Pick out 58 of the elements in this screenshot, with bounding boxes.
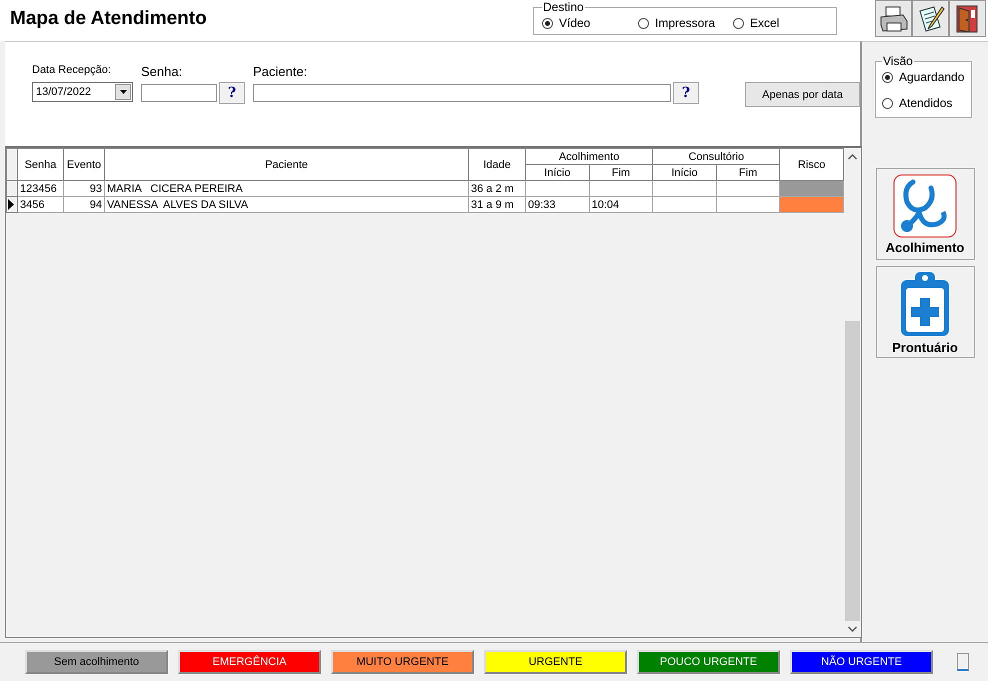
column-header: Consultório bbox=[652, 148, 780, 164]
table-cell: 36 a 2 m bbox=[468, 180, 526, 196]
radio-button[interactable]: Aguardando bbox=[882, 70, 965, 84]
risk-legend-button[interactable]: POUCO URGENTE bbox=[637, 650, 780, 674]
help-button[interactable]: ? bbox=[673, 82, 699, 104]
small-control bbox=[957, 653, 969, 671]
print-button[interactable] bbox=[875, 0, 912, 37]
column-header: Senha bbox=[18, 148, 64, 180]
column-header: Início bbox=[652, 164, 716, 180]
paciente-field[interactable] bbox=[253, 84, 671, 102]
table-cell: 31 a 9 m bbox=[468, 196, 526, 212]
column-header: Acolhimento bbox=[526, 148, 653, 164]
stethoscope-icon bbox=[893, 174, 957, 238]
row-pointer-icon[interactable] bbox=[6, 196, 18, 212]
radio-button[interactable]: Impressora bbox=[638, 16, 733, 30]
report-button[interactable] bbox=[912, 0, 949, 37]
field-label: Paciente: bbox=[253, 64, 308, 79]
side-button[interactable]: Prontuário bbox=[876, 266, 974, 358]
radio-button[interactable]: Atendidos bbox=[882, 96, 965, 110]
table-cell bbox=[526, 180, 590, 196]
table-cell: 123456 bbox=[18, 180, 64, 196]
side-button[interactable]: Acolhimento bbox=[876, 168, 974, 260]
group-label: Visão bbox=[882, 54, 914, 68]
column-header: Paciente bbox=[104, 148, 468, 180]
group-label: Destino bbox=[542, 0, 585, 14]
column-header: Evento bbox=[64, 148, 104, 180]
column-header: Fim bbox=[589, 164, 653, 180]
help-button[interactable]: ? bbox=[219, 82, 245, 104]
table-cell: 94 bbox=[64, 196, 104, 212]
risk-legend-button[interactable]: NÃO URGENTE bbox=[790, 650, 933, 674]
table-cell: 3456 bbox=[18, 196, 64, 212]
scroll-up-icon[interactable] bbox=[848, 154, 857, 160]
table-cell: 09:33 bbox=[526, 196, 590, 212]
risk-legend-button[interactable]: EMERGÊNCIA bbox=[178, 650, 321, 674]
radio-button[interactable]: Excel bbox=[733, 16, 828, 30]
risk-legend-button[interactable]: Sem acolhimento bbox=[25, 650, 168, 674]
column-header: Risco bbox=[780, 148, 844, 180]
field-label: Senha: bbox=[141, 64, 184, 79]
exit-button[interactable] bbox=[949, 0, 986, 37]
risk-legend-button[interactable]: MUITO URGENTE bbox=[331, 650, 474, 674]
caret-icon bbox=[120, 90, 126, 94]
only-date-button[interactable]: Apenas por data bbox=[745, 82, 860, 107]
window-title: Mapa de Atendimento bbox=[9, 7, 208, 30]
table-cell: 10:04 bbox=[589, 196, 653, 212]
risk-legend-button[interactable]: URGENTE bbox=[484, 650, 627, 674]
clipboard-cross-icon bbox=[899, 270, 951, 338]
senha-field[interactable] bbox=[141, 84, 217, 102]
table-cell: VANESSA ALVES DA SILVA bbox=[104, 196, 468, 212]
table-cell: 93 bbox=[64, 180, 104, 196]
field-label: Data Recepção: bbox=[32, 64, 112, 76]
column-header: Início bbox=[526, 164, 590, 180]
scroll-down-icon[interactable] bbox=[848, 626, 857, 632]
printer-icon bbox=[878, 4, 908, 32]
column-header: Idade bbox=[468, 148, 526, 180]
radio-button[interactable]: Vídeo bbox=[542, 16, 638, 30]
table-cell: MARIA CICERA PEREIRA bbox=[104, 180, 468, 196]
date-dropdown[interactable]: 13/07/2022 bbox=[32, 82, 133, 102]
column-header: Fim bbox=[716, 164, 780, 180]
